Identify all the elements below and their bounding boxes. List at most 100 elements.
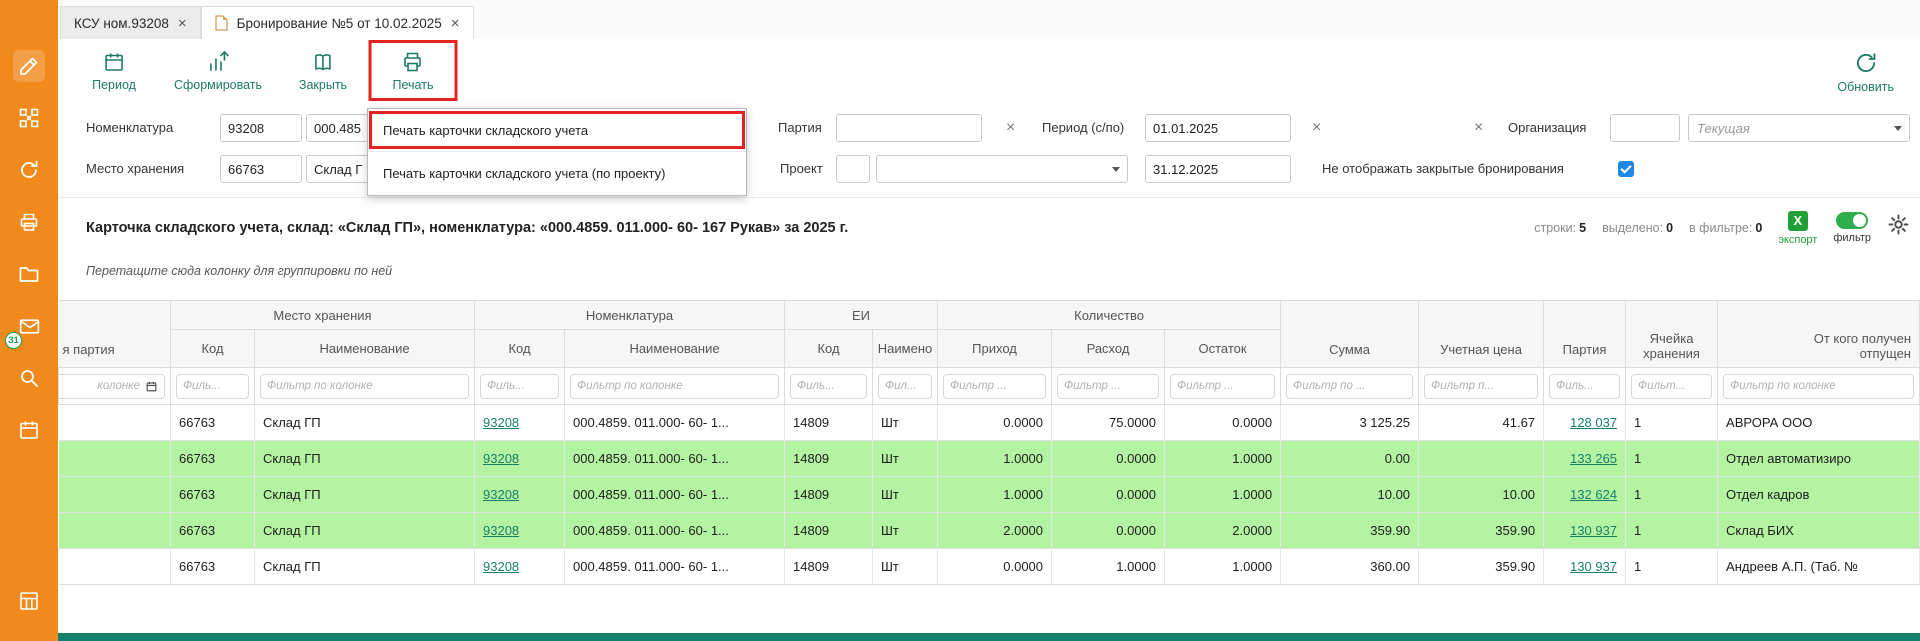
tab-booking[interactable]: Бронирование №5 от 10.02.2025 ×	[201, 6, 474, 39]
filter-input[interactable]: Фил...	[878, 374, 932, 399]
batch-link[interactable]: 130 937	[1570, 523, 1617, 538]
project-select[interactable]	[876, 155, 1128, 183]
column-header-sum[interactable]: Сумма	[1281, 301, 1419, 368]
cell-price: 359.90	[1419, 549, 1544, 585]
filter-input[interactable]: Фильт...	[1631, 374, 1712, 399]
column-header-expense[interactable]: Расход	[1052, 330, 1165, 368]
nom-code-link[interactable]: 93208	[483, 451, 519, 466]
close-icon[interactable]: ×	[178, 16, 187, 31]
filter-input[interactable]: Фильтр ...	[1170, 374, 1275, 399]
filter-input[interactable]: Фильтр ...	[943, 374, 1046, 399]
nom-code-link[interactable]: 93208	[483, 415, 519, 430]
pencil-icon[interactable]	[13, 50, 45, 82]
toggle-on-icon[interactable]	[1836, 212, 1868, 229]
filter-input[interactable]: Филь...	[480, 374, 559, 399]
mail-icon[interactable]: 31	[13, 310, 45, 342]
filter-input[interactable]: Филь...	[1549, 374, 1620, 399]
column-header-storage-code[interactable]: Код	[171, 330, 255, 368]
menu-item-print-stock-card-by-project[interactable]: Печать карточки складского учета (по про…	[368, 152, 746, 195]
batch-link[interactable]: 130 937	[1570, 559, 1617, 574]
column-header-nom-name[interactable]: Наименование	[565, 330, 785, 368]
cell-income: 0.0000	[938, 549, 1052, 585]
ledger-icon[interactable]	[13, 585, 45, 617]
column-header-batch[interactable]: Партия	[1544, 301, 1626, 368]
table-row[interactable]: 66763 Склад ГП 93208 000.4859. 011.000- …	[59, 477, 1920, 513]
party-input[interactable]	[836, 114, 982, 142]
printer-icon[interactable]	[13, 206, 45, 238]
period-from-input[interactable]	[1145, 114, 1291, 142]
filter-input[interactable]: Фильтр по ...	[1286, 374, 1413, 399]
cell-unit-code: 14809	[785, 441, 873, 477]
cell-nom-code: 93208	[475, 549, 565, 585]
clear-party-icon[interactable]: ×	[1006, 120, 1015, 136]
column-header-price[interactable]: Учетная цена	[1419, 301, 1544, 368]
filter-input[interactable]: Фильтр ...	[1057, 374, 1159, 399]
column-header-unit-name[interactable]: Наимено	[873, 330, 938, 368]
mail-badge: 31	[5, 332, 22, 349]
column-header-nom-code[interactable]: Код	[475, 330, 565, 368]
batch-link[interactable]: 133 265	[1570, 451, 1617, 466]
print-button[interactable]: Печать	[393, 50, 434, 92]
table-row[interactable]: 66763 Склад ГП 93208 000.4859. 011.000- …	[59, 405, 1920, 441]
column-header-party-cut[interactable]: я партия	[59, 301, 171, 368]
column-header-storage-name[interactable]: Наименование	[255, 330, 475, 368]
refresh-button-label: Обновить	[1837, 80, 1894, 94]
excel-icon: X	[1788, 211, 1808, 231]
filter-panel: Номенклатура Партия × Период (с/по) × × …	[58, 108, 1920, 198]
gear-icon[interactable]	[1887, 213, 1910, 236]
nomenclature-code-input[interactable]	[220, 114, 302, 142]
table-row[interactable]: 66763 Склад ГП 93208 000.4859. 011.000- …	[59, 549, 1920, 585]
filter-input-party-cut[interactable]: колонке	[59, 374, 166, 399]
cell-balance: 1.0000	[1165, 477, 1281, 513]
project-code-input[interactable]	[836, 155, 870, 183]
organization-code-input[interactable]	[1610, 114, 1680, 142]
sync-icon[interactable]	[13, 154, 45, 186]
column-header-balance[interactable]: Остаток	[1165, 330, 1281, 368]
cell-storage-name: Склад ГП	[255, 405, 475, 441]
clear-organization-icon[interactable]: ×	[1474, 120, 1483, 136]
nom-code-link[interactable]: 93208	[483, 487, 519, 502]
close-icon[interactable]: ×	[451, 16, 460, 31]
export-button[interactable]: X экспорт	[1778, 211, 1817, 246]
cell-party	[59, 477, 171, 513]
generate-button[interactable]: Сформировать	[174, 50, 262, 92]
filter-input[interactable]: Фильтр по колонке	[570, 374, 779, 399]
calendar-icon[interactable]	[13, 414, 45, 446]
filter-input[interactable]: Филь...	[176, 374, 249, 399]
batch-link[interactable]: 132 624	[1570, 487, 1617, 502]
organization-select[interactable]: Текущая	[1688, 114, 1910, 142]
cell-storage-name: Склад ГП	[255, 549, 475, 585]
column-header-storage-cell[interactable]: Ячейка хранения	[1626, 301, 1718, 368]
cell-storage-code: 66763	[171, 405, 255, 441]
grid-icon[interactable]	[13, 102, 45, 134]
hide-closed-checkbox[interactable]	[1618, 161, 1634, 177]
column-header-unit-code[interactable]: Код	[785, 330, 873, 368]
filter-toggle[interactable]: фильтр	[1833, 212, 1871, 244]
batch-link[interactable]: 128 037	[1570, 415, 1617, 430]
menu-item-print-stock-card[interactable]: Печать карточки складского учета	[368, 109, 746, 152]
filter-input[interactable]: Фильтр п...	[1424, 374, 1538, 399]
cell-storage-cell: 1	[1626, 477, 1718, 513]
search-icon[interactable]	[13, 362, 45, 394]
folder-icon[interactable]	[13, 258, 45, 290]
cell-party	[59, 405, 171, 441]
nom-code-link[interactable]: 93208	[483, 523, 519, 538]
tab-ksu[interactable]: КСУ ном.93208 ×	[60, 6, 201, 39]
storage-label: Место хранения	[86, 161, 184, 176]
table-row[interactable]: 66763 Склад ГП 93208 000.4859. 011.000- …	[59, 513, 1920, 549]
nom-code-link[interactable]: 93208	[483, 559, 519, 574]
close-button[interactable]: Закрыть	[299, 50, 347, 92]
storage-code-input[interactable]	[220, 155, 302, 183]
refresh-button[interactable]: Обновить	[1837, 50, 1894, 94]
group-header-storage: Место хранения	[171, 301, 475, 330]
cell-nom-name: 000.4859. 011.000- 60- 1...	[565, 405, 785, 441]
period-button[interactable]: Период	[92, 50, 136, 92]
column-header-income[interactable]: Приход	[938, 330, 1052, 368]
column-header-counterparty[interactable]: От кого получен отпущен	[1718, 301, 1920, 368]
period-to-input[interactable]	[1145, 155, 1291, 183]
filter-input[interactable]: Фильтр по колонке	[260, 374, 469, 399]
clear-period-icon[interactable]: ×	[1312, 120, 1321, 136]
filter-input[interactable]: Филь...	[790, 374, 867, 399]
filter-input[interactable]: Фильтр по колонке	[1723, 374, 1914, 399]
table-row[interactable]: 66763 Склад ГП 93208 000.4859. 011.000- …	[59, 441, 1920, 477]
